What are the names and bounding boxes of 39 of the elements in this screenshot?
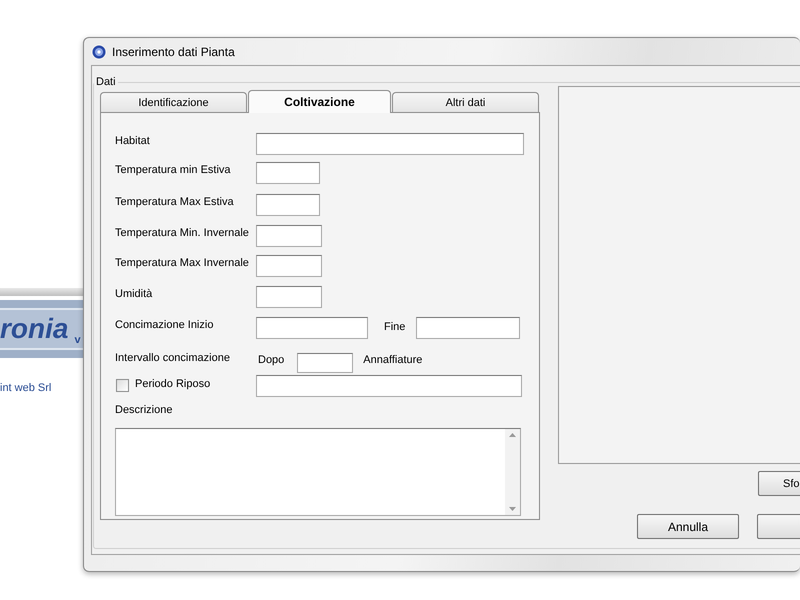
description-field[interactable] bbox=[115, 428, 521, 516]
field-label: Temperatura Max Estiva bbox=[115, 195, 235, 208]
field-label: Temperatura Min. Invernale bbox=[115, 226, 250, 239]
input-field[interactable] bbox=[256, 225, 322, 247]
input-field[interactable] bbox=[256, 286, 322, 308]
dialog-button[interactable]: Annulla bbox=[637, 514, 739, 539]
field-label: Fine bbox=[384, 320, 406, 333]
company-text: int web Srl bbox=[0, 382, 52, 394]
input-field[interactable] bbox=[297, 353, 354, 373]
app-icon bbox=[92, 44, 106, 58]
down-arrow-icon[interactable] bbox=[509, 507, 516, 511]
logo-text: ronia bbox=[0, 313, 68, 345]
window-title: Inserimento dati Pianta bbox=[112, 44, 235, 58]
field-label: Concimazione Inizio bbox=[115, 318, 214, 331]
input-field[interactable] bbox=[256, 255, 322, 277]
input-field[interactable] bbox=[256, 194, 320, 216]
tab[interactable]: Identificazione bbox=[100, 92, 247, 112]
input-field[interactable] bbox=[416, 317, 520, 339]
input-field[interactable] bbox=[256, 162, 320, 184]
field-label: Temperatura min Estiva bbox=[115, 163, 232, 176]
field-label: Dopo bbox=[258, 353, 284, 366]
group-label: Dati bbox=[95, 76, 117, 88]
field-label: Annaffiature bbox=[363, 353, 422, 366]
scrollbar[interactable] bbox=[505, 429, 520, 515]
field-label: Descrizione bbox=[115, 404, 172, 416]
tab[interactable]: Altri dati bbox=[392, 92, 539, 112]
version-text: v bbox=[74, 334, 81, 346]
up-arrow-icon[interactable] bbox=[509, 433, 516, 437]
tab[interactable]: Coltivazione bbox=[248, 90, 391, 113]
input-field[interactable] bbox=[256, 375, 522, 397]
input-field[interactable] bbox=[256, 133, 524, 155]
field-label: Temperatura Max Invernale bbox=[115, 256, 250, 269]
input-field[interactable] bbox=[256, 317, 368, 339]
field-label: Intervallo concimazione bbox=[115, 351, 231, 364]
checkbox[interactable] bbox=[116, 379, 129, 392]
browse-button[interactable]: Sfo bbox=[758, 471, 800, 496]
field-label: Umidità bbox=[115, 287, 154, 300]
field-label: Habitat bbox=[115, 134, 151, 147]
checkbox-label: Periodo Riposo bbox=[135, 377, 212, 390]
